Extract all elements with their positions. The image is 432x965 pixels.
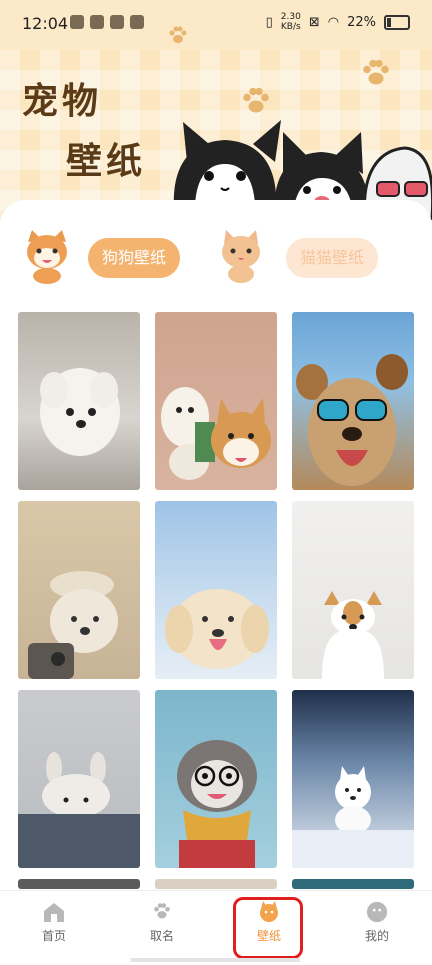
notification-icon [130, 15, 144, 29]
wifi-icon: ◠ [327, 14, 340, 30]
battery-percent: 22% [347, 14, 376, 30]
status-time: 12:04 [22, 14, 69, 33]
wallpaper-thumbnail[interactable] [155, 312, 277, 490]
wallpaper-thumbnail[interactable] [292, 312, 414, 490]
status-right: ▯ 2.30 KB/s ⊠ ◠ 22% [266, 12, 410, 32]
hero-title-line1: 宠物 [22, 80, 103, 122]
vibrate-icon: ▯ [265, 14, 273, 30]
dogs-with-sunglasses-image [296, 354, 408, 486]
notification-icon [90, 15, 104, 29]
white-fluffy-dog-image [40, 368, 120, 456]
dog-with-bunny-hat-image [18, 752, 140, 868]
paw-print-icon [363, 59, 389, 85]
tab-dog-wallpaper[interactable]: 狗狗壁纸 [88, 238, 181, 278]
home-indicator [130, 958, 300, 962]
hero-banner: 宠物 壁纸 [0, 26, 432, 220]
golden-retriever-sky-image [165, 589, 269, 669]
bottom-navigation: 首页 取名 壁纸 我的 [0, 890, 432, 965]
sim-icon: ⊠ [308, 14, 320, 30]
wallpaper-thumbnail[interactable] [155, 690, 277, 868]
profile-icon [366, 901, 388, 923]
nav-naming[interactable]: 取名 [122, 901, 202, 944]
ghost-dog-image [322, 591, 384, 679]
nav-profile-label: 我的 [364, 929, 389, 943]
wallpaper-thumbnail[interactable] [155, 879, 277, 889]
selection-highlight [233, 897, 303, 959]
hero-title-line2: 壁纸 [66, 140, 147, 182]
status-bar: 12:04 ▯ 2.30 KB/s ⊠ ◠ 22% [0, 0, 432, 50]
home-icon [44, 903, 64, 922]
wallpaper-thumbnail[interactable] [18, 690, 140, 868]
cat-icon [222, 230, 260, 283]
samoyed-snow-image [292, 766, 414, 868]
wallpaper-thumbnail[interactable] [292, 879, 414, 889]
wallpaper-thumbnail[interactable] [292, 501, 414, 679]
wallpaper-thumbnail[interactable] [155, 501, 277, 679]
wallpaper-thumbnail[interactable] [18, 879, 140, 889]
wallpaper-thumbnail[interactable] [18, 312, 140, 490]
plush-and-shiba-image [161, 387, 271, 480]
nav-naming-label: 取名 [149, 929, 174, 943]
paw-icon [154, 903, 170, 919]
dog-with-hat-selfie-image [28, 571, 118, 679]
wallpaper-thumbnail[interactable] [292, 690, 414, 868]
shiba-icon [27, 230, 67, 284]
nav-home[interactable]: 首页 [14, 901, 94, 944]
nav-profile[interactable]: 我的 [337, 901, 417, 944]
dog-glasses-scarf-image [177, 740, 257, 868]
nav-home-label: 首页 [41, 929, 66, 943]
paw-print-icon [169, 26, 187, 43]
notification-icon [110, 15, 124, 29]
tab-cat-wallpaper[interactable]: 猫猫壁纸 [286, 238, 379, 278]
network-speed: 2.30 KB/s [280, 12, 301, 32]
wallpaper-thumbnail[interactable] [18, 501, 140, 679]
notification-icons [70, 15, 144, 29]
battery-icon [384, 14, 410, 30]
notification-icon [70, 15, 84, 29]
